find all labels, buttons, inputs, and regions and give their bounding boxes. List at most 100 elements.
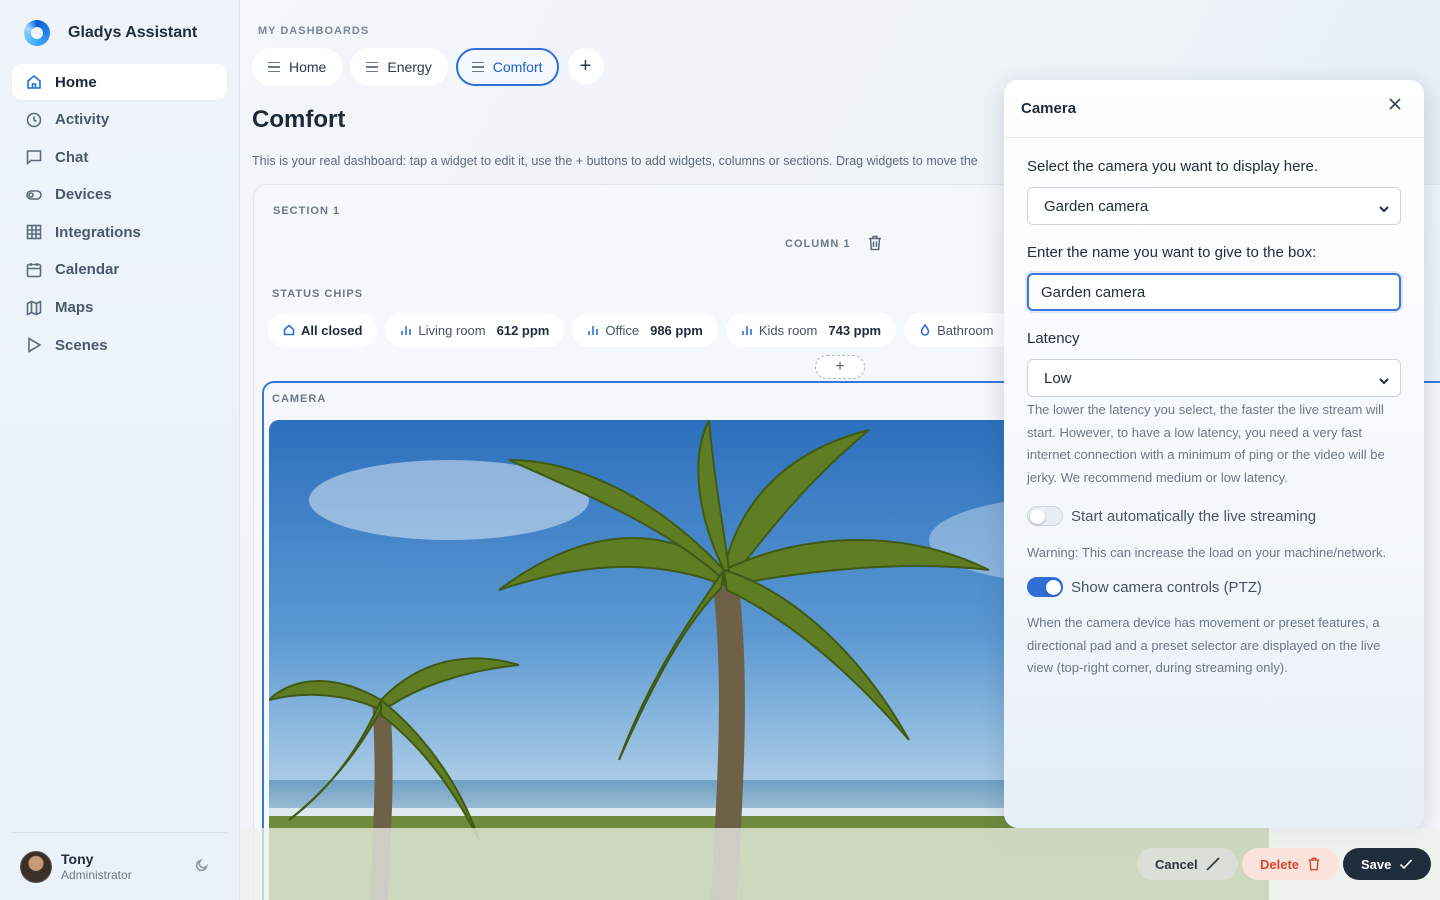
page-title: Comfort: [252, 106, 346, 133]
sidebar: Gladys Assistant Home Activity Chat Devi…: [0, 0, 240, 900]
sidebar-item-activity[interactable]: Activity: [12, 102, 227, 138]
trash-icon: [869, 235, 881, 251]
avatar: [20, 850, 52, 883]
home-icon: [283, 324, 295, 336]
save-label: Save: [1361, 856, 1392, 872]
box-name-input[interactable]: [1027, 273, 1401, 311]
add-dashboard-button[interactable]: +: [567, 48, 604, 84]
devices-icon: [26, 189, 42, 200]
camera-select[interactable]: Garden camera: [1027, 187, 1401, 225]
tab-label: Home: [289, 59, 327, 75]
user-role: Administrator: [61, 868, 132, 882]
sidebar-item-label: Calendar: [55, 261, 120, 279]
tab-energy[interactable]: Energy: [350, 48, 448, 86]
sidebar-item-label: Maps: [55, 299, 94, 317]
cancel-label: Cancel: [1155, 856, 1198, 872]
chip-label: Kids room: [758, 322, 818, 338]
pencil-icon: [1206, 857, 1220, 871]
chevron-down-icon: [1379, 373, 1389, 385]
user-panel[interactable]: Tony Administrator: [12, 832, 227, 900]
tab-comfort[interactable]: Comfort: [455, 48, 559, 86]
ptz-row: Show camera controls (PTZ): [1027, 577, 1401, 597]
autostart-label: Start automatically the live streaming: [1071, 507, 1317, 525]
sidebar-item-label: Activity: [55, 111, 110, 129]
status-chip-office[interactable]: Office 986 ppm: [572, 313, 718, 347]
menu-icon: [366, 62, 379, 72]
sidebar-item-label: Home: [55, 73, 97, 91]
tab-home[interactable]: Home: [252, 48, 343, 86]
sidebar-item-label: Chat: [55, 148, 89, 166]
trash-icon: [1308, 857, 1320, 871]
page-description: This is your real dashboard: tap a widge…: [252, 154, 978, 168]
save-button[interactable]: Save: [1343, 848, 1432, 880]
tab-label: Energy: [387, 59, 432, 75]
camera-settings-modal: Camera Select the camera you want to dis…: [1004, 80, 1424, 828]
sidebar-item-label: Scenes: [55, 336, 108, 354]
menu-icon: [268, 62, 280, 72]
sidebar-item-integrations[interactable]: Integrations: [12, 214, 227, 250]
chip-label: Bathroom: [937, 322, 994, 338]
sidebar-nav: Home Activity Chat Devices Integrations …: [12, 64, 227, 365]
chip-label: Living room: [418, 322, 486, 338]
add-widget-button[interactable]: +: [815, 355, 865, 379]
delete-button[interactable]: Delete: [1242, 848, 1340, 880]
home-icon: [27, 74, 41, 89]
delete-column-button[interactable]: [868, 235, 882, 251]
user-name: Tony: [61, 851, 94, 867]
latency-select[interactable]: Low: [1027, 359, 1401, 397]
ptz-help: When the camera device has movement or p…: [1027, 615, 1381, 675]
chip-label: All closed: [301, 322, 363, 338]
load-warning: Warning: This can increase the load on y…: [1027, 545, 1387, 560]
user-info: Tony Administrator: [61, 851, 132, 882]
sidebar-item-chat[interactable]: Chat: [12, 139, 227, 175]
gladys-logo: [24, 20, 50, 46]
play-icon: [28, 337, 42, 354]
dashboard-tabs: Home Energy Comfort +: [252, 48, 604, 86]
ptz-label: Show camera controls (PTZ): [1071, 578, 1262, 596]
sidebar-item-label: Devices: [55, 186, 112, 204]
check-icon: [1400, 859, 1413, 870]
sidebar-item-scenes[interactable]: Scenes: [12, 327, 227, 363]
ptz-toggle[interactable]: [1027, 577, 1063, 597]
modal-title: Camera: [1021, 100, 1077, 117]
dark-mode-toggle[interactable]: [195, 858, 209, 872]
status-chip-living-room[interactable]: Living room 612 ppm: [385, 313, 565, 347]
sidebar-item-maps[interactable]: Maps: [12, 290, 227, 326]
latency-help: The lower the latency you select, the fa…: [1027, 402, 1385, 485]
latency-label: Latency: [1027, 330, 1080, 347]
chip-label: Office: [605, 322, 640, 338]
calendar-icon: [26, 262, 42, 278]
status-chips-label: STATUS CHIPS: [272, 288, 364, 300]
cancel-button[interactable]: Cancel: [1137, 848, 1238, 880]
brand[interactable]: Gladys Assistant: [24, 20, 197, 46]
app-name: Gladys Assistant: [68, 24, 198, 41]
box-name-label: Enter the name you want to give to the b…: [1027, 244, 1317, 261]
tab-label: Comfort: [492, 59, 543, 75]
status-chip-doors[interactable]: All closed: [268, 313, 378, 347]
status-chip-kids-room[interactable]: Kids room 743 ppm: [725, 313, 897, 347]
delete-label: Delete: [1260, 856, 1300, 872]
menu-icon: [471, 62, 484, 72]
column-label: COLUMN 1: [785, 238, 851, 250]
camera-widget-label: CAMERA: [272, 393, 327, 405]
close-button[interactable]: [1388, 97, 1402, 111]
bar-chart-icon: [742, 326, 752, 335]
bar-chart-icon: [588, 326, 599, 335]
sidebar-item-home[interactable]: Home: [12, 64, 227, 100]
sidebar-item-devices[interactable]: Devices: [12, 177, 227, 213]
latency-select-value: Low: [1044, 369, 1072, 387]
sidebar-item-calendar[interactable]: Calendar: [12, 252, 227, 288]
modal-body: Select the camera you want to display he…: [1004, 138, 1424, 680]
section-label: SECTION 1: [273, 205, 341, 217]
camera-select-value: Garden camera: [1044, 197, 1149, 215]
chip-value: 986 ppm: [650, 322, 703, 338]
close-icon: [1389, 98, 1401, 110]
chip-value: 743 ppm: [828, 322, 882, 338]
status-chips: All closed Living room 612 ppm Office 98…: [268, 313, 1034, 347]
autostart-toggle[interactable]: [1027, 506, 1063, 526]
dashboards-heading: MY DASHBOARDS: [258, 25, 370, 37]
modal-header: Camera: [1004, 80, 1424, 138]
chevron-down-icon: [1379, 201, 1389, 213]
autostart-row: Start automatically the live streaming: [1027, 506, 1401, 526]
camera-select-label: Select the camera you want to display he…: [1027, 158, 1318, 175]
